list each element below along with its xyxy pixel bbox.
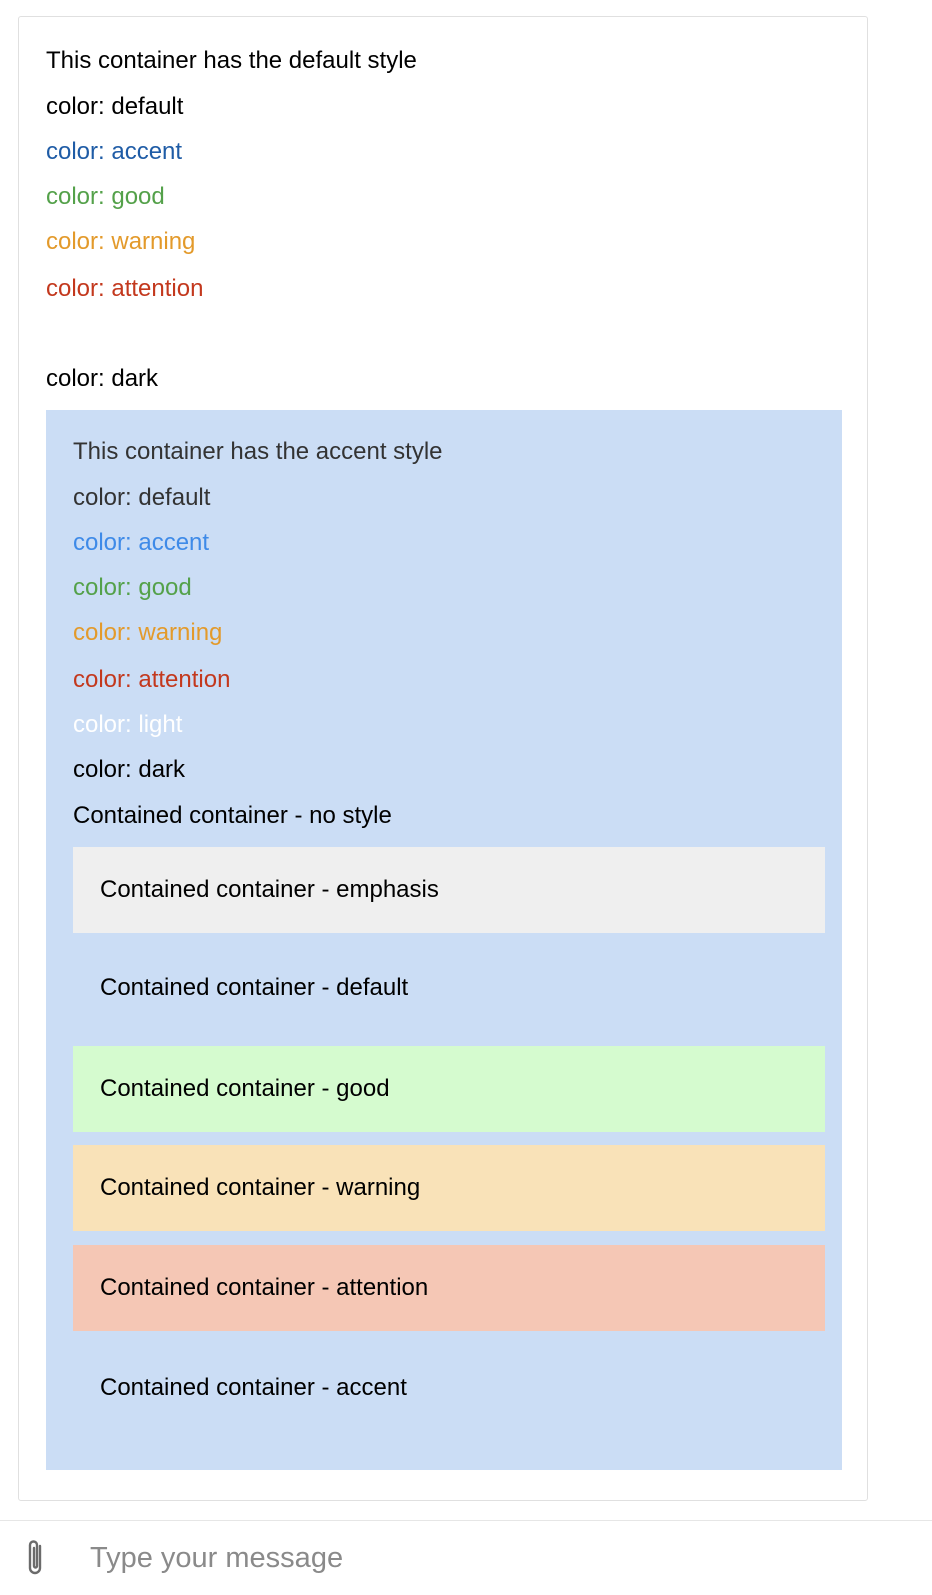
contained-container-label: Contained container - default [100, 974, 409, 1001]
color-dark-text: color: dark [46, 365, 159, 392]
accent-container-title: This container has the accent style [73, 438, 443, 465]
contained-container-label: Contained container - accent [100, 1374, 407, 1401]
contained-container-warning: Contained container - warning [73, 1145, 825, 1231]
contained-container-label: Contained container - attention [100, 1274, 429, 1301]
color-dark-text: color: dark [73, 756, 186, 783]
color-good-text: color: good [46, 183, 165, 210]
contained-container-label: Contained container - good [100, 1075, 390, 1102]
color-attention-text: color: attention [73, 666, 231, 693]
color-accent-text: color: accent [46, 138, 183, 165]
contained-no-style-text: Contained container - no style [73, 802, 392, 829]
contained-container-accent: Contained container - accent [73, 1345, 825, 1431]
color-attention-text: color: attention [46, 275, 204, 302]
contained-container-label: Contained container - warning [100, 1174, 421, 1201]
color-warning-text: color: warning [46, 228, 196, 255]
chat-transcript: This container has the default style col… [0, 0, 932, 1520]
accent-style-container: This container has the accent style colo… [46, 410, 842, 1470]
contained-container-default: Contained container - default [73, 945, 825, 1031]
paperclip-icon[interactable] [22, 1537, 48, 1579]
contained-container-attention: Contained container - attention [73, 1245, 825, 1331]
color-light-text: color: light [46, 320, 156, 347]
message-input[interactable] [88, 1535, 912, 1581]
default-container-title: This container has the default style [46, 47, 417, 74]
color-default-text: color: default [73, 484, 211, 511]
message-composer [0, 1520, 932, 1595]
color-warning-text: color: warning [73, 619, 223, 646]
adaptive-card: This container has the default style col… [18, 16, 868, 1501]
color-good-text: color: good [73, 574, 192, 601]
color-default-text: color: default [46, 93, 184, 120]
color-light-text: color: light [73, 711, 183, 738]
color-accent-text: color: accent [73, 529, 210, 556]
contained-container-label: Contained container - emphasis [100, 876, 439, 903]
contained-container-emphasis: Contained container - emphasis [73, 847, 825, 933]
contained-container-good: Contained container - good [73, 1046, 825, 1132]
